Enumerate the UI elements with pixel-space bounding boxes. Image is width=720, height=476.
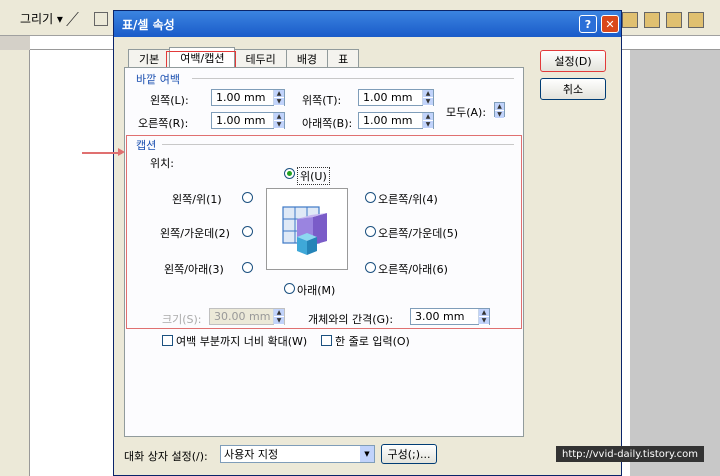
- cancel-button[interactable]: 취소: [540, 78, 606, 100]
- bottom-margin-arrows[interactable]: ▲ ▼: [422, 113, 433, 129]
- all-margin-arrows[interactable]: ▲ ▼: [494, 102, 505, 119]
- left-margin-spinner[interactable]: 1.00 mm ▲ ▼: [211, 89, 285, 106]
- watermark-url: http://vvid-daily.tistory.com: [556, 446, 704, 462]
- right-margin-spinner[interactable]: 1.00 mm ▲ ▼: [211, 112, 285, 129]
- toolbar-right-icons: [622, 12, 704, 28]
- left-margin-label: 왼쪽(L):: [150, 94, 189, 107]
- chevron-down-icon[interactable]: ▼: [360, 446, 374, 462]
- cell-fill-icon[interactable]: [644, 12, 660, 28]
- right-margin-arrows[interactable]: ▲ ▼: [273, 113, 284, 129]
- dialog-settings-label: 대화 상자 설정(/):: [124, 450, 208, 463]
- top-margin-label: 위쪽(T):: [302, 94, 342, 107]
- help-button[interactable]: ?: [579, 15, 597, 33]
- ok-button[interactable]: 설정(D): [540, 50, 606, 72]
- cell-border-icon[interactable]: [666, 12, 682, 28]
- close-button[interactable]: ✕: [601, 15, 619, 33]
- bottom-margin-label: 아래쪽(B):: [302, 117, 353, 130]
- right-margin-label: 오른쪽(R):: [138, 117, 189, 130]
- all-margin-spinner[interactable]: ▲ ▼: [494, 101, 507, 119]
- right-margin-value: 1.00 mm: [216, 114, 266, 127]
- dialog-titlebar: 표/셀 속성 ? ✕: [114, 11, 621, 37]
- dialog-title: 표/셀 속성: [122, 17, 175, 32]
- table-style-icon[interactable]: [688, 12, 704, 28]
- annotation-arrow-line: [82, 152, 122, 154]
- table-cube-icon: [282, 206, 327, 255]
- left-margin-value: 1.00 mm: [216, 91, 266, 104]
- extend-width-checkbox[interactable]: [162, 335, 173, 346]
- table-format-icon[interactable]: [622, 12, 638, 28]
- tab-strip: 기본 여백/캡션 테두리 배경 표: [128, 47, 360, 68]
- caption-preview-image: [266, 188, 348, 270]
- tab-background[interactable]: 배경: [285, 49, 329, 67]
- bottom-margin-value: 1.00 mm: [363, 114, 413, 127]
- single-line-label[interactable]: 한 줄로 입력(O): [335, 333, 410, 349]
- single-line-checkbox[interactable]: [321, 335, 332, 346]
- tab-border[interactable]: 테두리: [234, 49, 287, 67]
- rectangle-tool-icon[interactable]: [94, 12, 108, 26]
- extend-width-label[interactable]: 여백 부분까지 너비 확대(W): [176, 333, 307, 349]
- draw-menu[interactable]: 그리기 ▾: [20, 10, 63, 27]
- outer-margin-group-title: 바깥 여백: [136, 73, 180, 86]
- tab-table[interactable]: 표: [327, 49, 360, 67]
- outer-margin-divider: [192, 78, 514, 79]
- all-margin-label: 모두(A):: [446, 106, 487, 119]
- left-margin-arrows[interactable]: ▲ ▼: [273, 90, 284, 106]
- dialog-settings-value: 사용자 지정: [224, 448, 279, 461]
- vertical-ruler: [0, 50, 30, 476]
- bottom-margin-spinner[interactable]: 1.00 mm ▲ ▼: [358, 112, 434, 129]
- top-margin-spinner[interactable]: 1.00 mm ▲ ▼: [358, 89, 434, 106]
- tab-basic[interactable]: 기본: [128, 49, 171, 67]
- config-button[interactable]: 구성(;)...: [381, 444, 437, 464]
- top-margin-arrows[interactable]: ▲ ▼: [422, 90, 433, 106]
- line-tool-icon[interactable]: [66, 12, 92, 26]
- right-panel: [630, 50, 720, 476]
- annotation-arrow-icon: [118, 148, 125, 156]
- dialog-settings-combo[interactable]: 사용자 지정 ▼: [220, 445, 375, 463]
- top-margin-value: 1.00 mm: [363, 91, 413, 104]
